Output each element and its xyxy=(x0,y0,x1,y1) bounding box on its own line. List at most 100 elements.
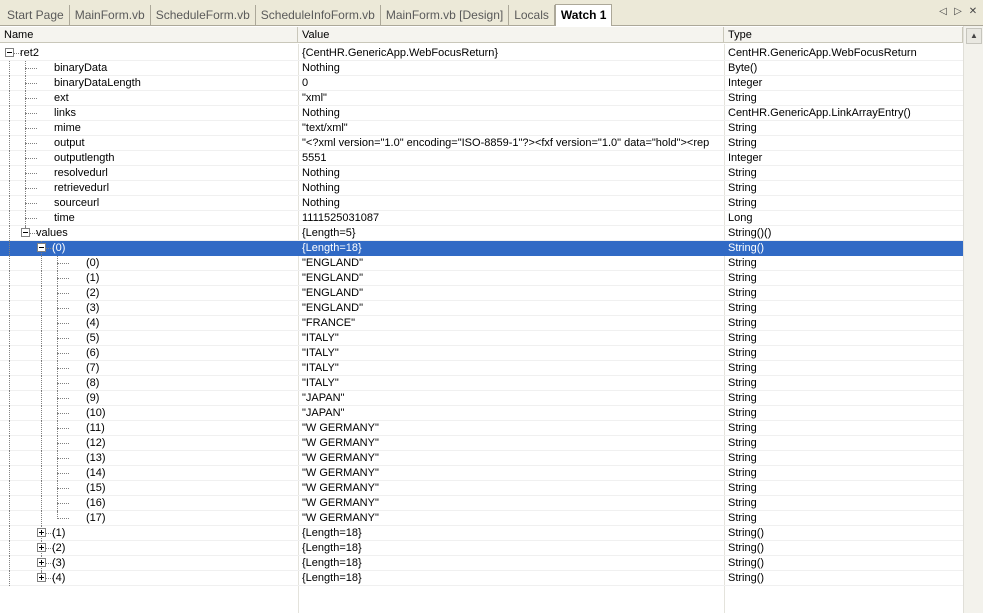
collapse-icon[interactable] xyxy=(5,48,14,57)
watch-row[interactable]: (2) "ENGLAND" String xyxy=(0,286,963,301)
watch-row[interactable]: output "<?xml version="1.0" encoding="ISO… xyxy=(0,136,963,151)
watch-row[interactable]: links Nothing CentHR.GenericApp.LinkArrayE… xyxy=(0,106,963,121)
watch-row[interactable]: (0) {Length=18} String() xyxy=(0,241,963,256)
column-header-name[interactable]: Name xyxy=(0,27,298,43)
column-header-type[interactable]: Type xyxy=(724,27,963,43)
row-value[interactable]: "W GERMANY" xyxy=(302,421,722,436)
row-type: String() xyxy=(728,572,765,584)
row-value[interactable]: "ENGLAND" xyxy=(302,271,722,286)
watch-row[interactable]: values {Length=5} String()() xyxy=(0,226,963,241)
row-value[interactable]: {Length=18} xyxy=(302,556,722,571)
tree-guide-line xyxy=(9,211,11,226)
row-value[interactable]: Nothing xyxy=(302,166,722,181)
watch-row[interactable]: (3) "ENGLAND" String xyxy=(0,301,963,316)
row-value[interactable]: {Length=18} xyxy=(302,526,722,541)
column-header-value[interactable]: Value xyxy=(298,27,724,43)
watch-row[interactable]: (12) "W GERMANY" String xyxy=(0,436,963,451)
vertical-scrollbar[interactable]: ▲ xyxy=(963,26,983,613)
watch-row[interactable]: (17) "W GERMANY" String xyxy=(0,511,963,526)
tab-watch-1[interactable]: Watch 1 xyxy=(554,4,613,27)
watch-row[interactable]: time 1111525031087 Long xyxy=(0,211,963,226)
row-value[interactable]: "ENGLAND" xyxy=(302,256,722,271)
tab-mainform-vb[interactable]: MainForm.vb xyxy=(70,5,151,25)
close-icon[interactable]: ✕ xyxy=(966,5,980,19)
watch-row[interactable]: (1) {Length=18} String() xyxy=(0,526,963,541)
row-value[interactable]: {Length=18} xyxy=(302,541,722,556)
row-value[interactable]: "W GERMANY" xyxy=(302,466,722,481)
tab-scheduleform-vb[interactable]: ScheduleForm.vb xyxy=(151,5,256,25)
row-value[interactable]: Nothing xyxy=(302,196,722,211)
row-name: (9) xyxy=(86,392,100,404)
watch-row[interactable]: (9) "JAPAN" String xyxy=(0,391,963,406)
tree-guide-line xyxy=(41,301,43,316)
row-value[interactable]: "JAPAN" xyxy=(302,406,722,421)
tab-scheduleinfoform-vb[interactable]: ScheduleInfoForm.vb xyxy=(256,5,381,25)
watch-row[interactable]: (13) "W GERMANY" String xyxy=(0,451,963,466)
row-value[interactable]: "W GERMANY" xyxy=(302,511,722,526)
row-value[interactable]: {Length=18} xyxy=(302,241,722,256)
row-value[interactable]: 1111525031087 xyxy=(302,211,722,226)
watch-row[interactable]: (15) "W GERMANY" String xyxy=(0,481,963,496)
row-value[interactable]: "xml" xyxy=(302,91,722,106)
watch-row[interactable]: (10) "JAPAN" String xyxy=(0,406,963,421)
watch-row[interactable]: binaryDataLength 0 Integer xyxy=(0,76,963,91)
watch-row[interactable]: binaryData Nothing Byte() xyxy=(0,61,963,76)
watch-row[interactable]: (14) "W GERMANY" String xyxy=(0,466,963,481)
watch-row[interactable]: ret2 {CentHR.GenericApp.WebFocusReturn} Ce… xyxy=(0,46,963,61)
row-type: String() xyxy=(728,557,765,569)
watch-row[interactable]: (8) "ITALY" String xyxy=(0,376,963,391)
watch-row[interactable]: (3) {Length=18} String() xyxy=(0,556,963,571)
row-value[interactable]: "ITALY" xyxy=(302,376,722,391)
watch-row[interactable]: retrievedurl Nothing String xyxy=(0,181,963,196)
collapse-icon[interactable] xyxy=(21,228,30,237)
tab-mainform-vb-design[interactable]: MainForm.vb [Design] xyxy=(381,5,510,25)
row-type: CentHR.GenericApp.LinkArrayEntry() xyxy=(728,107,911,119)
row-value[interactable]: "W GERMANY" xyxy=(302,436,722,451)
row-value[interactable]: "ITALY" xyxy=(302,361,722,376)
watch-row[interactable]: (4) "FRANCE" String xyxy=(0,316,963,331)
scroll-up-button[interactable]: ▲ xyxy=(966,28,982,44)
row-value[interactable]: "ITALY" xyxy=(302,331,722,346)
watch-row[interactable]: (2) {Length=18} String() xyxy=(0,541,963,556)
scroll-tabs-left-icon[interactable]: ◁ xyxy=(936,5,950,19)
watch-row[interactable]: (11) "W GERMANY" String xyxy=(0,421,963,436)
row-value[interactable]: {Length=18} xyxy=(302,571,722,586)
watch-row[interactable]: sourceurl Nothing String xyxy=(0,196,963,211)
row-value[interactable]: "ENGLAND" xyxy=(302,286,722,301)
watch-row[interactable]: (16) "W GERMANY" String xyxy=(0,496,963,511)
row-value[interactable]: "W GERMANY" xyxy=(302,481,722,496)
tab-locals[interactable]: Locals xyxy=(509,5,555,25)
row-value[interactable]: "text/xml" xyxy=(302,121,722,136)
tab-start-page[interactable]: Start Page xyxy=(2,5,70,25)
watch-row[interactable]: outputlength 5551 Integer xyxy=(0,151,963,166)
collapse-icon[interactable] xyxy=(37,243,46,252)
row-value[interactable]: {Length=5} xyxy=(302,226,722,241)
row-value[interactable]: "ENGLAND" xyxy=(302,301,722,316)
expand-icon[interactable] xyxy=(37,543,46,552)
watch-row[interactable]: ext "xml" String xyxy=(0,91,963,106)
row-value[interactable]: 5551 xyxy=(302,151,722,166)
row-value[interactable]: Nothing xyxy=(302,106,722,121)
row-value[interactable]: Nothing xyxy=(302,181,722,196)
scroll-tabs-right-icon[interactable]: ▷ xyxy=(951,5,965,19)
row-value[interactable]: "W GERMANY" xyxy=(302,451,722,466)
expand-icon[interactable] xyxy=(37,573,46,582)
row-value[interactable]: "<?xml version="1.0" encoding="ISO-8859-… xyxy=(302,136,722,151)
row-value[interactable]: "FRANCE" xyxy=(302,316,722,331)
row-value[interactable]: 0 xyxy=(302,76,722,91)
watch-row[interactable]: mime "text/xml" String xyxy=(0,121,963,136)
row-value[interactable]: "ITALY" xyxy=(302,346,722,361)
expand-icon[interactable] xyxy=(37,528,46,537)
watch-row[interactable]: (6) "ITALY" String xyxy=(0,346,963,361)
watch-row[interactable]: (5) "ITALY" String xyxy=(0,331,963,346)
row-value[interactable]: "JAPAN" xyxy=(302,391,722,406)
row-value[interactable]: "W GERMANY" xyxy=(302,496,722,511)
row-value[interactable]: {CentHR.GenericApp.WebFocusReturn} xyxy=(302,46,722,61)
row-value[interactable]: Nothing xyxy=(302,61,722,76)
watch-row[interactable]: (4) {Length=18} String() xyxy=(0,571,963,586)
expand-icon[interactable] xyxy=(37,558,46,567)
watch-row[interactable]: resolvedurl Nothing String xyxy=(0,166,963,181)
watch-row[interactable]: (1) "ENGLAND" String xyxy=(0,271,963,286)
watch-row[interactable]: (0) "ENGLAND" String xyxy=(0,256,963,271)
watch-row[interactable]: (7) "ITALY" String xyxy=(0,361,963,376)
